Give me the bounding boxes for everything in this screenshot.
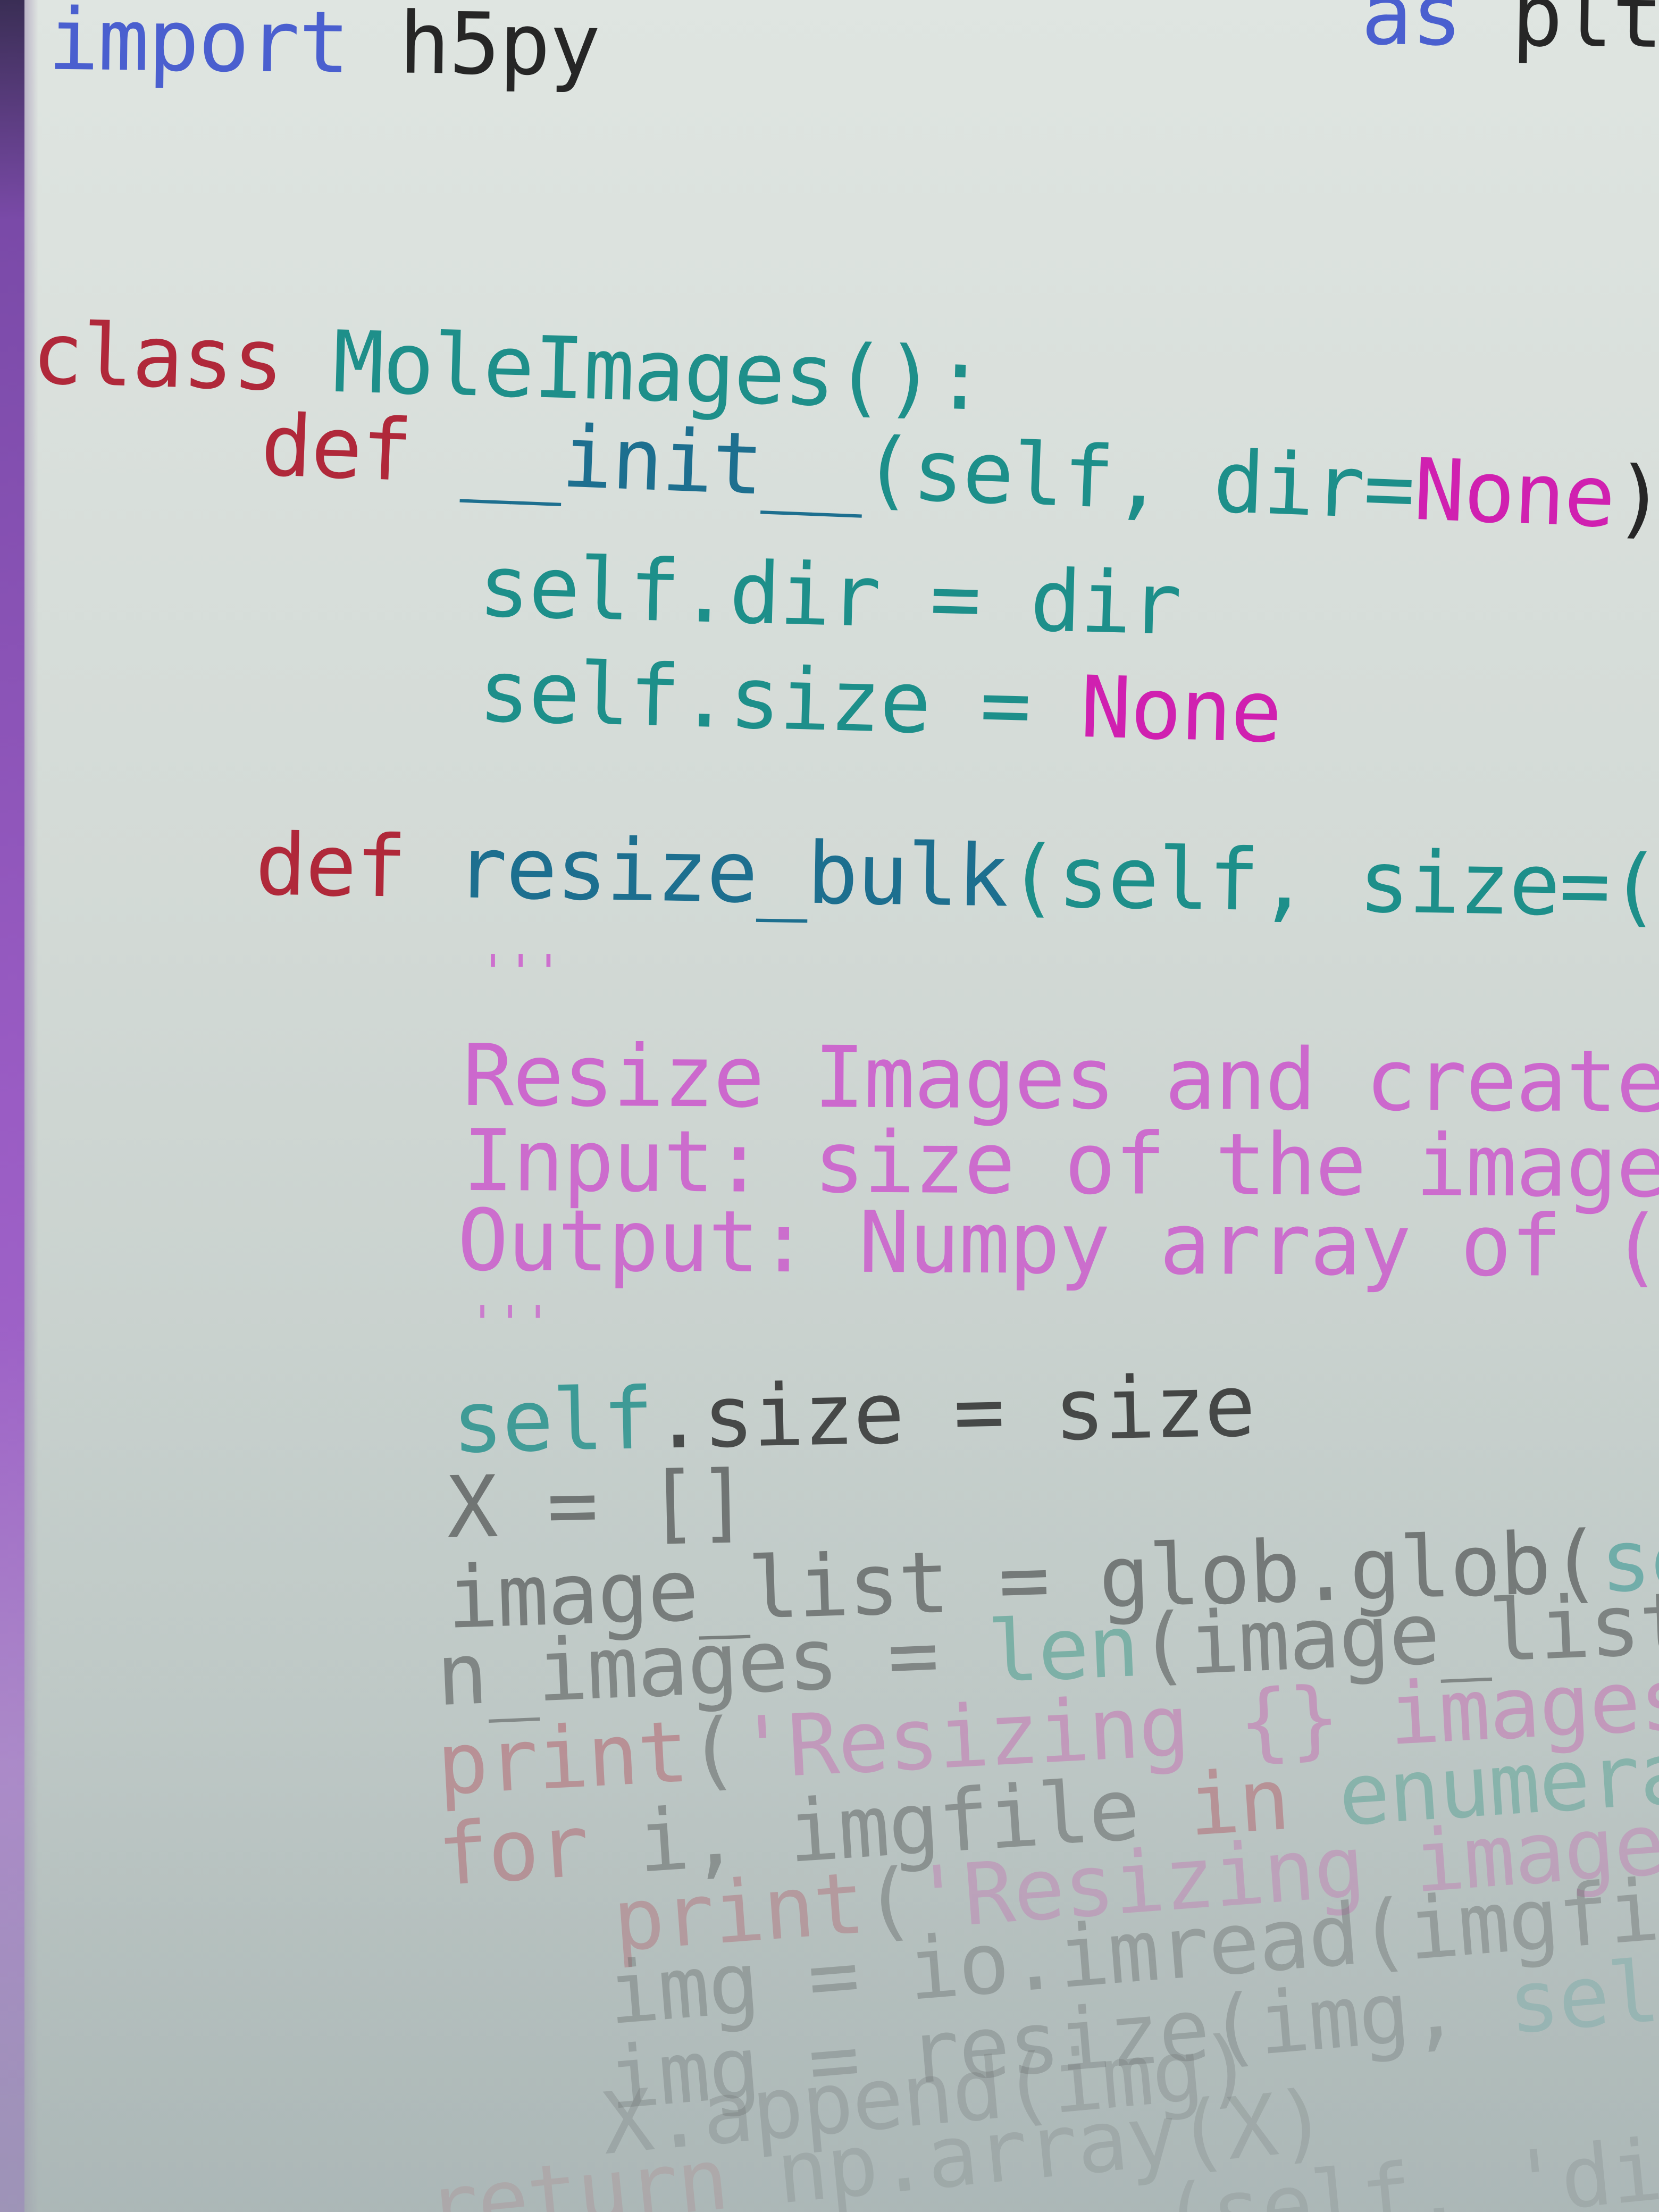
code-line-docstring-3[interactable]: Output: Numpy array of (size, <box>457 1190 1659 1298</box>
code-token: class <box>30 304 334 412</box>
code-line-self-size[interactable]: self.size = None <box>477 641 1283 762</box>
code-token: ''' <box>468 1296 552 1352</box>
code-token: __init__ <box>459 403 865 518</box>
code-token: ''' <box>479 945 563 1001</box>
code-token: as <box>1361 0 1462 65</box>
code-token: def <box>259 395 464 502</box>
code-token: None <box>1079 657 1283 762</box>
code-token: for <box>434 1796 591 1905</box>
code-token: plt <box>1461 0 1659 67</box>
code-line-docstring-open[interactable]: ''' <box>479 925 563 1021</box>
code-token: h5py <box>348 0 600 95</box>
code-token: def <box>254 815 457 918</box>
code-token: None <box>1412 439 1616 547</box>
code-line-import-h5py[interactable]: import h5py <box>47 0 600 95</box>
code-line-self-dir[interactable]: self.dir = dir <box>477 536 1182 655</box>
code-token: import <box>47 0 349 93</box>
code-token: self.size = <box>477 641 1082 757</box>
code-token: Output: Numpy array of (size, <box>457 1190 1659 1298</box>
code-editor[interactable]: import h5py as plt class MoleImages(): d… <box>0 0 1659 2212</box>
editor-gutter-bar <box>0 0 24 2212</box>
code-line-self-size-assign[interactable]: self.size = size <box>451 1356 1255 1472</box>
code-line-docstring-close[interactable]: ''' <box>468 1276 552 1372</box>
code-token: self.dir = dir <box>477 536 1182 655</box>
code-token: resize_bulk <box>455 818 1009 926</box>
code-token: self <box>1504 1937 1659 2054</box>
code-token: ): <box>1612 447 1659 551</box>
code-token: (self, size=( <box>1007 826 1659 936</box>
code-token: (self, dir= <box>860 418 1416 539</box>
code-line-import-plt[interactable]: as plt <box>1361 0 1659 67</box>
code-token: return <box>422 2129 732 2212</box>
code-line-resize-bulk-def[interactable]: def resize_bulk(self, size=(128, <box>254 815 1659 939</box>
